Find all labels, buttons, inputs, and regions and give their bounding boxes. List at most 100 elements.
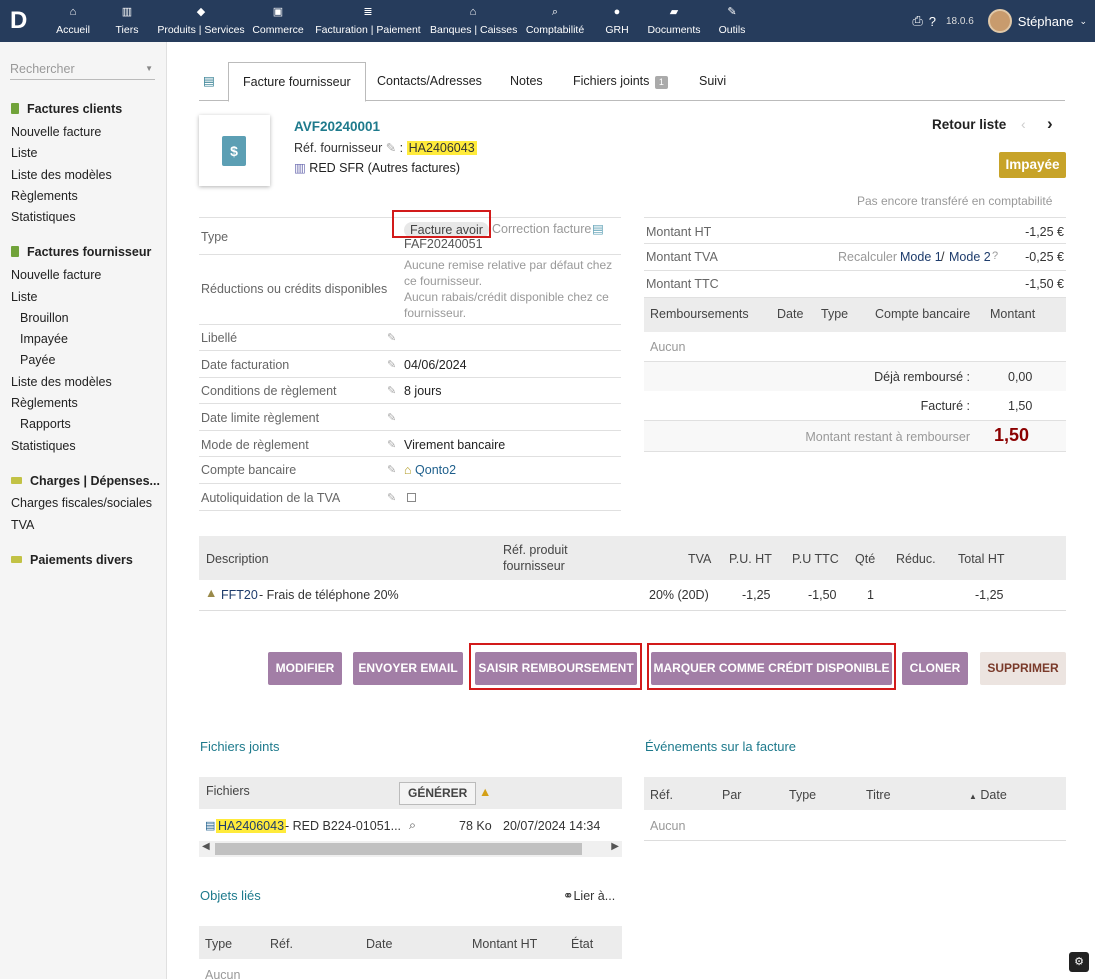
sidebar-item-liste-f[interactable]: Liste bbox=[11, 290, 37, 304]
back-list-link[interactable]: Retour liste bbox=[932, 117, 1006, 132]
sidebar-item-reglements-f[interactable]: Règlements bbox=[11, 396, 78, 410]
send-email-button[interactable]: ENVOYER EMAIL bbox=[353, 652, 463, 685]
pencil-icon[interactable]: ✎ bbox=[387, 438, 396, 451]
sidebar-item-tva[interactable]: TVA bbox=[11, 518, 34, 532]
sidebar-item-nouvelle-facture[interactable]: Nouvelle facture bbox=[11, 125, 101, 139]
pencil-icon[interactable]: ✎ bbox=[387, 358, 396, 371]
avatar[interactable] bbox=[987, 9, 1012, 33]
cube-icon: ◆ bbox=[196, 6, 206, 18]
tab-bar: ▤ Facture fournisseur Contacts/Adresses … bbox=[199, 62, 1065, 102]
sidebar-item-factures-clients[interactable]: Factures clients bbox=[11, 102, 122, 116]
files-title: Fichiers joints bbox=[200, 739, 280, 754]
sidebar-item-statistiques[interactable]: Statistiques bbox=[11, 210, 76, 224]
invoice-icon[interactable]: ▤ bbox=[199, 62, 219, 101]
menu-grh[interactable]: ● GRH bbox=[603, 6, 631, 38]
mode2-link[interactable]: Mode 2 bbox=[949, 250, 991, 264]
correction-ref[interactable]: FAF20240051 bbox=[404, 237, 483, 251]
delete-button[interactable]: SUPPRIMER bbox=[980, 652, 1066, 685]
sidebar-item-factures-fournisseur[interactable]: Factures fournisseur bbox=[11, 245, 151, 259]
pencil-icon[interactable]: ✎ bbox=[387, 491, 396, 504]
product-link[interactable]: FFT20 bbox=[221, 588, 258, 602]
sidebar-item-rapports[interactable]: Rapports bbox=[20, 417, 71, 431]
link-to-button[interactable]: ⚭Lier à... bbox=[563, 888, 615, 903]
link-icon: ⚭ bbox=[563, 889, 574, 903]
tab-suivi[interactable]: Suivi bbox=[685, 62, 740, 101]
menu-outils[interactable]: ✎ Outils bbox=[715, 6, 749, 38]
pencil-icon[interactable]: ✎ bbox=[387, 331, 396, 344]
modify-button[interactable]: MODIFIER bbox=[268, 652, 342, 685]
wrench-icon: ✎ bbox=[727, 6, 737, 18]
debug-bar-icon[interactable]: ⚙ bbox=[1069, 952, 1089, 972]
chevron-down-icon[interactable]: ⌄ bbox=[1079, 16, 1087, 27]
sidebar-item-charges-fiscales[interactable]: Charges fiscales/sociales bbox=[11, 496, 152, 510]
sidebar-item-impayee[interactable]: Impayée bbox=[20, 332, 68, 346]
row-conditions: Conditions de règlement ✎ 8 jours bbox=[199, 378, 621, 404]
highlight-credit bbox=[647, 643, 896, 690]
invoice-icon bbox=[11, 246, 19, 257]
print-icon[interactable]: ⎙ bbox=[912, 13, 922, 29]
menu-documents[interactable]: ▰ Documents bbox=[646, 6, 702, 38]
linked-header: Type Réf. Date Montant HT État bbox=[199, 926, 622, 959]
sidebar-item-statistiques-f[interactable]: Statistiques bbox=[11, 439, 76, 453]
tab-contacts[interactable]: Contacts/Adresses bbox=[363, 62, 496, 101]
menu-banques[interactable]: ⌂ Banques | Caisses bbox=[430, 6, 517, 38]
linked-title: Objets liés bbox=[200, 888, 261, 903]
sidebar-item-paiements-divers[interactable]: Paiements divers bbox=[11, 553, 133, 567]
pencil-icon[interactable]: ✎ bbox=[387, 411, 396, 424]
row-libelle: Libellé ✎ bbox=[199, 325, 621, 351]
table-row: ▲ FFT20 - Frais de téléphone 20% 20% (20… bbox=[199, 580, 1066, 611]
status-badge: Impayée bbox=[999, 152, 1066, 178]
building-icon: ▥ bbox=[294, 161, 306, 175]
autoliq-checkbox[interactable] bbox=[407, 493, 416, 502]
mode1-link[interactable]: Mode 1 bbox=[900, 250, 942, 264]
pencil-icon[interactable]: ✎ bbox=[386, 141, 396, 155]
tab-facture-fournisseur[interactable]: Facture fournisseur bbox=[228, 62, 366, 102]
sidebar-item-payee[interactable]: Payée bbox=[20, 353, 55, 367]
menu-tiers[interactable]: ▥ Tiers bbox=[112, 6, 142, 38]
help-icon[interactable]: ? bbox=[929, 14, 936, 29]
sidebar-item-liste[interactable]: Liste bbox=[11, 146, 37, 160]
tab-fichiers[interactable]: Fichiers joints 1 bbox=[559, 62, 682, 101]
menu-commerce[interactable]: ▣ Commerce bbox=[251, 6, 305, 38]
zoom-icon[interactable]: ⌕ bbox=[409, 818, 416, 833]
supplier-link[interactable]: ▥ RED SFR (Autres factures) bbox=[294, 160, 460, 175]
generate-button[interactable]: GÉNÉRER bbox=[399, 782, 477, 805]
menu-produits[interactable]: ◆ Produits | Services bbox=[157, 6, 245, 38]
tab-notes[interactable]: Notes bbox=[496, 62, 557, 101]
sidebar-item-modeles[interactable]: Liste des modèles bbox=[11, 168, 112, 182]
chevron-down-icon[interactable]: ▼ bbox=[145, 64, 153, 73]
pencil-icon[interactable]: ✎ bbox=[387, 384, 396, 397]
bank-link[interactable]: ⌂ Qonto2 bbox=[404, 463, 456, 477]
chevron-right-icon[interactable]: ▶ bbox=[611, 841, 619, 852]
app-logo[interactable]: D bbox=[10, 8, 36, 34]
sidebar-item-brouillon[interactable]: Brouillon bbox=[20, 311, 69, 325]
sidebar-item-charges[interactable]: Charges | Dépenses... bbox=[11, 474, 160, 488]
product-icon: ▲ bbox=[205, 586, 218, 600]
help-icon[interactable]: ? bbox=[992, 250, 998, 262]
row-reductions: Réductions ou crédits disponibles Aucune… bbox=[199, 255, 621, 325]
menu-comptabilite[interactable]: ⌕ Comptabilité bbox=[523, 6, 587, 38]
events-empty-row: Aucun bbox=[644, 810, 1066, 841]
sidebar-item-nouvelle-facture-f[interactable]: Nouvelle facture bbox=[11, 268, 101, 282]
menu-facturation[interactable]: ≣ Facturation | Paiement bbox=[313, 6, 423, 38]
user-name[interactable]: Stéphane bbox=[1018, 14, 1074, 29]
menu-accueil[interactable]: ⌂ Accueil bbox=[53, 6, 93, 38]
chevron-left-icon[interactable]: ◀ bbox=[202, 841, 210, 852]
sidebar-item-reglements[interactable]: Règlements bbox=[11, 189, 78, 203]
horizontal-scrollbar[interactable]: ◀ ▶ bbox=[199, 841, 622, 857]
clone-button[interactable]: CLONER bbox=[902, 652, 968, 685]
invoice-icon: ≣ bbox=[363, 6, 373, 18]
scrollbar-thumb[interactable] bbox=[215, 843, 582, 855]
supplier-ref-line: Réf. fournisseur ✎ : HA2406043 bbox=[294, 141, 477, 155]
row-invoiced: Facturé : 1,50 bbox=[920, 399, 1033, 413]
sort-date[interactable]: ▲ Date bbox=[969, 788, 1007, 802]
pencil-icon[interactable]: ✎ bbox=[387, 463, 396, 476]
search-input[interactable]: Rechercher ▼ bbox=[10, 62, 155, 80]
chevron-right-icon[interactable]: › bbox=[1047, 114, 1053, 134]
file-link[interactable]: HA2406043 bbox=[216, 819, 287, 833]
highlight-refund bbox=[469, 643, 642, 690]
main-content: ▤ Facture fournisseur Contacts/Adresses … bbox=[167, 42, 1095, 979]
sidebar-item-modeles-f[interactable]: Liste des modèles bbox=[11, 375, 112, 389]
chevron-left-icon[interactable]: ‹ bbox=[1021, 116, 1026, 132]
row-amount-tva: Montant TVA Recalculer Mode 1 / Mode 2 ?… bbox=[644, 244, 1066, 271]
